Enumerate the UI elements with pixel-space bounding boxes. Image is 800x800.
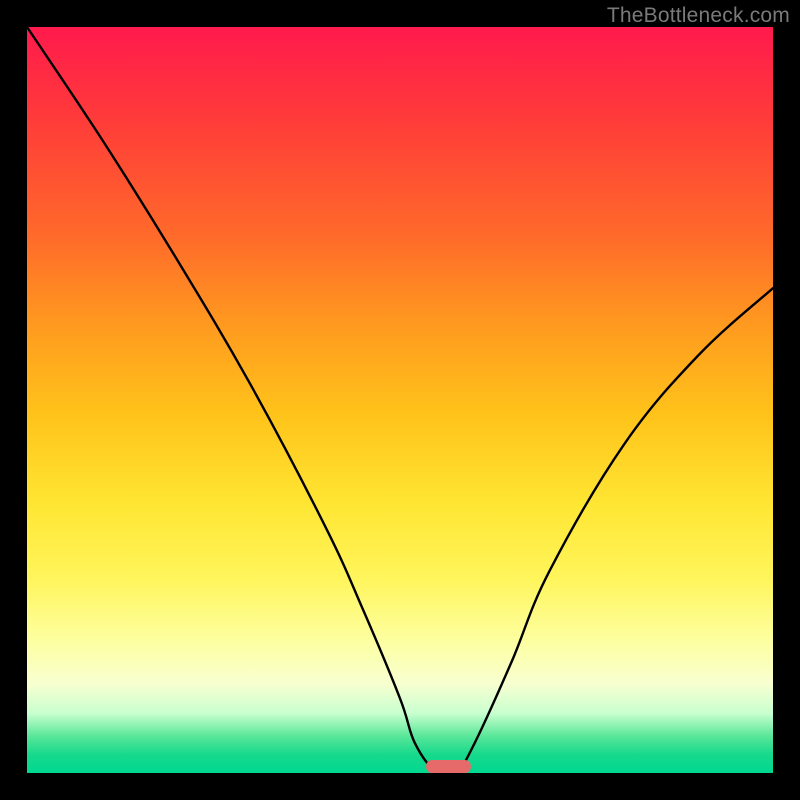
chart-frame: TheBottleneck.com: [0, 0, 800, 800]
optimal-range-marker: [27, 27, 773, 773]
plot-area: [27, 27, 773, 773]
watermark-text: TheBottleneck.com: [607, 4, 790, 28]
